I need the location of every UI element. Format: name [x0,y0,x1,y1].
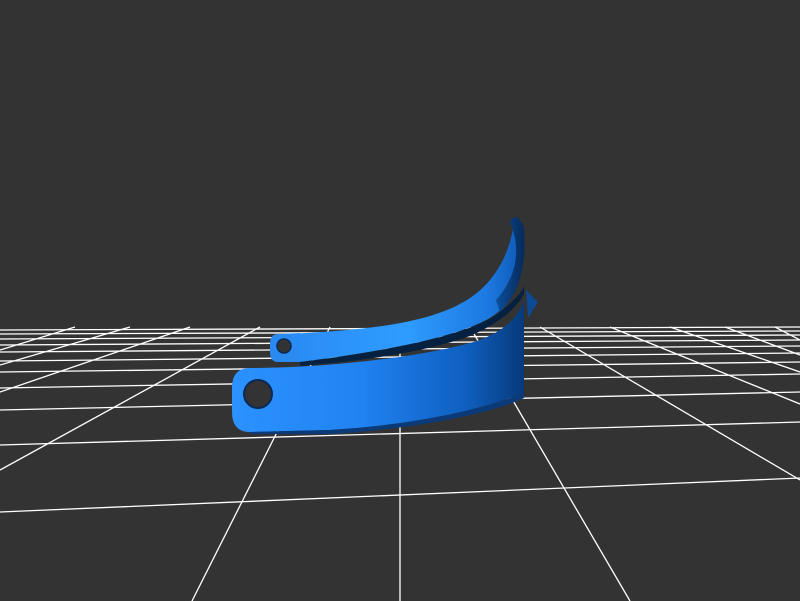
curved-bracket-model[interactable] [232,217,538,434]
viewport-canvas[interactable] [0,0,800,601]
3d-viewport[interactable] [0,0,800,601]
